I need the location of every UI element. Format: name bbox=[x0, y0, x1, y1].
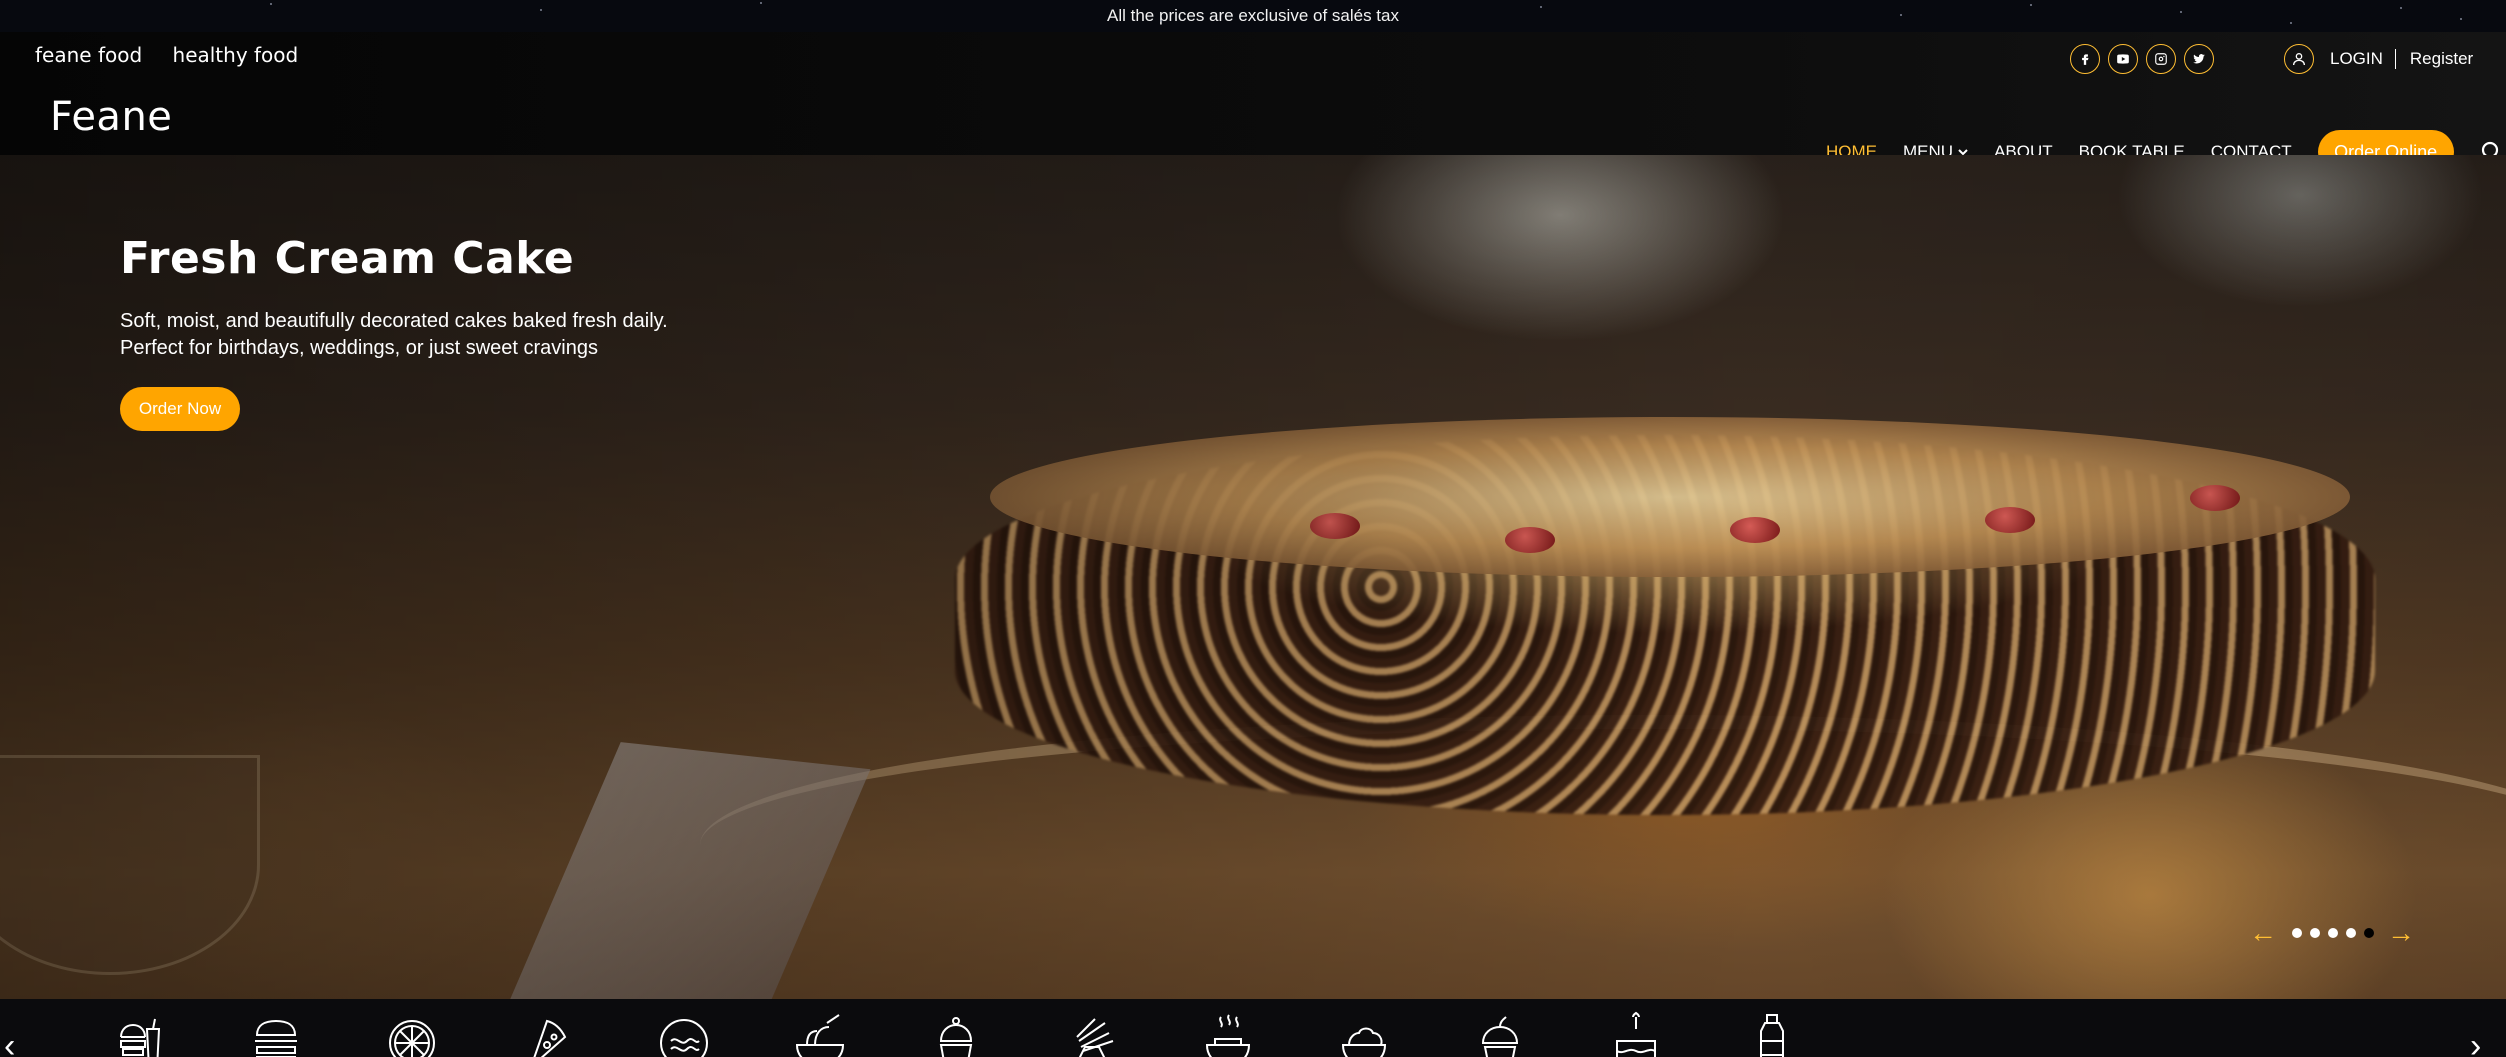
pizza-slice-icon[interactable] bbox=[480, 1011, 616, 1057]
hero-description-line-1: Soft, moist, and beautifully decorated c… bbox=[120, 310, 668, 332]
hero-title: Fresh Cream Cake bbox=[120, 233, 575, 284]
carousel-dot[interactable] bbox=[2328, 928, 2338, 938]
carousel-dot[interactable] bbox=[2310, 928, 2320, 938]
site-logo[interactable]: Feane bbox=[50, 94, 172, 140]
youtube-icon[interactable] bbox=[2108, 44, 2138, 74]
order-now-button[interactable]: Order Now bbox=[120, 387, 240, 431]
announcement-bar: All the prices are exclusive of salés ta… bbox=[0, 0, 2506, 32]
user-icon[interactable] bbox=[2284, 44, 2314, 74]
login-link[interactable]: LOGIN bbox=[2330, 49, 2396, 69]
birthday-cake-icon[interactable] bbox=[1568, 1011, 1704, 1057]
tagline-feane-food: feane food bbox=[35, 43, 143, 67]
announcement-text: All the prices are exclusive of salés ta… bbox=[1107, 6, 1399, 25]
hero-slider: Fresh Cream Cake Soft, moist, and beauti… bbox=[0, 155, 2506, 999]
account-links: LOGIN Register bbox=[2284, 44, 2473, 74]
muffin-icon[interactable] bbox=[1432, 1011, 1568, 1057]
hero-description-line-2: Perfect for birthdays, weddings, or just… bbox=[120, 337, 598, 359]
category-carousel: ‹ › bbox=[0, 999, 2506, 1057]
tagline-healthy-food: healthy food bbox=[172, 43, 299, 67]
instagram-icon[interactable] bbox=[2146, 44, 2176, 74]
fries-icon[interactable] bbox=[1024, 1011, 1160, 1057]
carousel-dot-active[interactable] bbox=[2364, 928, 2374, 938]
drink-bottle-icon[interactable] bbox=[1704, 1011, 1840, 1057]
twitter-icon[interactable] bbox=[2184, 44, 2214, 74]
carousel-indicators bbox=[2292, 928, 2374, 938]
carousel-prev-arrow[interactable]: ← bbox=[2248, 919, 2278, 947]
carousel-next-arrow[interactable]: → bbox=[2386, 919, 2416, 947]
social-links bbox=[2070, 44, 2214, 74]
category-prev-arrow[interactable]: ‹ bbox=[4, 1029, 15, 1057]
pizza-icon[interactable] bbox=[344, 1011, 480, 1057]
carousel-controls: ← → bbox=[2248, 919, 2416, 947]
combo-meal-icon[interactable] bbox=[72, 1011, 208, 1057]
register-link[interactable]: Register bbox=[2396, 49, 2473, 69]
site-header: feane food healthy food LOGIN Register F… bbox=[0, 32, 2506, 174]
carousel-dot[interactable] bbox=[2292, 928, 2302, 938]
category-next-arrow[interactable]: › bbox=[2470, 1029, 2481, 1057]
carousel-dot[interactable] bbox=[2346, 928, 2356, 938]
facebook-icon[interactable] bbox=[2070, 44, 2100, 74]
category-list bbox=[72, 1011, 1840, 1057]
salad-icon[interactable] bbox=[1296, 1011, 1432, 1057]
noodles-icon[interactable] bbox=[752, 1011, 888, 1057]
pasta-icon[interactable] bbox=[616, 1011, 752, 1057]
hero-description: Soft, moist, and beautifully decorated c… bbox=[120, 308, 840, 362]
soup-icon[interactable] bbox=[1160, 1011, 1296, 1057]
tagline: feane food healthy food bbox=[35, 43, 322, 67]
cupcake-icon[interactable] bbox=[888, 1011, 1024, 1057]
burger-icon[interactable] bbox=[208, 1011, 344, 1057]
